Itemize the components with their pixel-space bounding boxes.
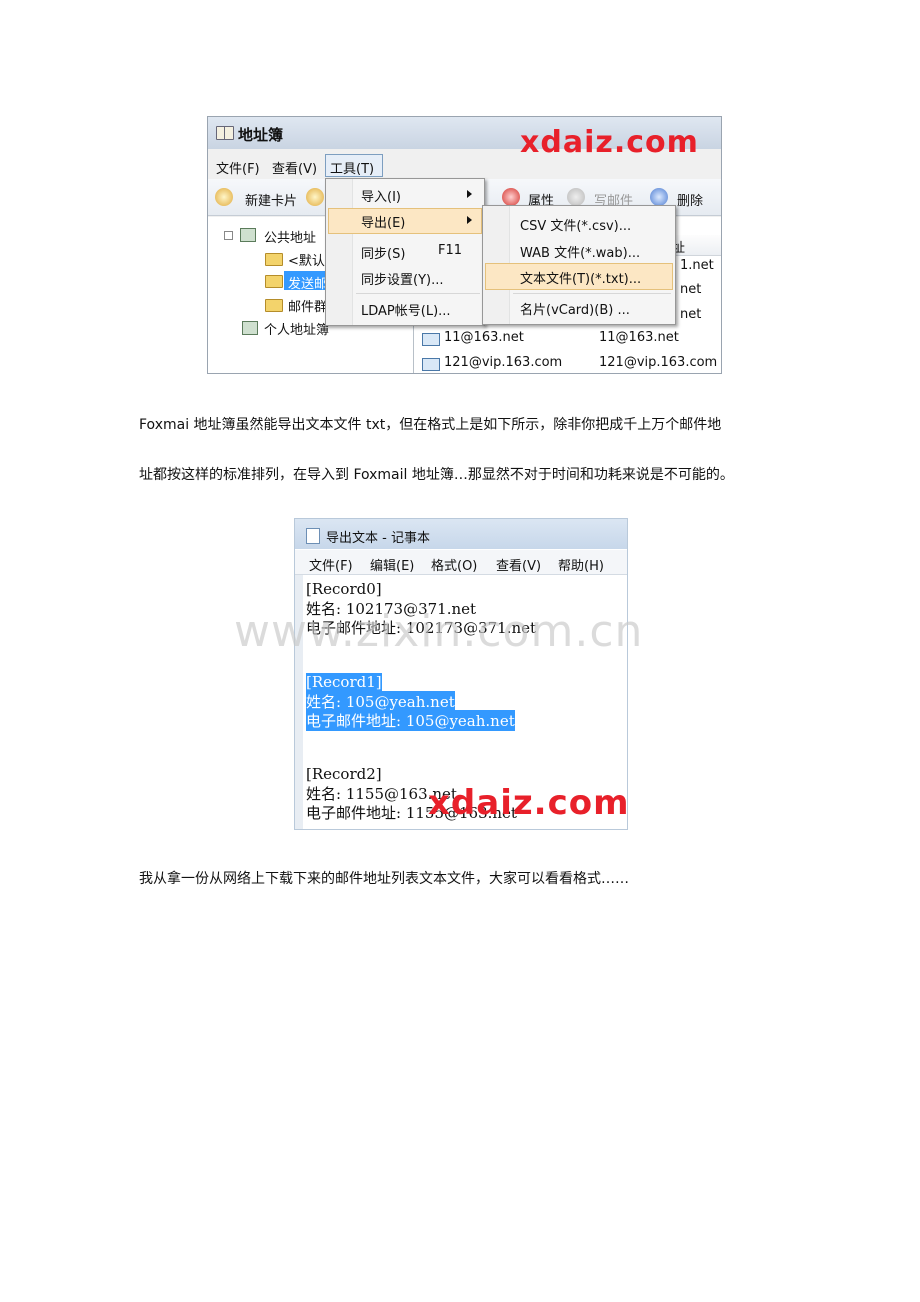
notepad-icon <box>306 528 320 544</box>
menu-item-sync-settings[interactable]: 同步设置(Y)... <box>361 269 443 288</box>
menu-item-export[interactable]: 导出(E) <box>361 212 405 231</box>
menu-item-import[interactable]: 导入(I) <box>361 186 401 205</box>
list-cell-email[interactable]: 11@163.net <box>599 330 679 345</box>
text-line-selected: 姓名: 105@yeah.net <box>306 691 455 712</box>
folder-icon <box>265 253 283 266</box>
tree-item-personal[interactable]: 个人地址簿 <box>264 319 329 338</box>
text-line: [Record0] <box>306 580 382 598</box>
paragraph-line: 我从拿一份从网络上下载下来的邮件地址列表文本文件，大家可以看看格式…… <box>139 871 629 887</box>
contact-card-icon <box>422 333 440 346</box>
background-watermark: www.zixin.com.cn <box>234 606 644 657</box>
address-book-icon <box>216 126 234 140</box>
menu-separator <box>356 293 480 294</box>
delete-button[interactable]: 删除 <box>677 190 703 209</box>
window-title: 导出文本 - 记事本 <box>326 531 430 546</box>
watermark-xdaiz: xdaiz.com <box>428 783 630 823</box>
personal-book-icon <box>242 321 258 335</box>
list-partial-cell: 1.net <box>680 258 714 273</box>
folder-icon <box>265 275 283 288</box>
menu-format[interactable]: 格式(O) <box>431 555 477 574</box>
folder-icon <box>265 299 283 312</box>
properties-icon <box>502 188 520 206</box>
window-title: 地址簿 <box>238 126 284 144</box>
menu-edit[interactable]: 编辑(E) <box>370 555 414 574</box>
write-mail-icon <box>567 188 585 206</box>
list-cell-email[interactable]: 121@vip.163.com <box>599 355 717 370</box>
menu-view[interactable]: 查看(V) <box>496 555 541 574</box>
menu-icon-strip <box>326 179 353 325</box>
list-partial-cell: net <box>680 282 702 297</box>
text-line-selected: 电子邮件地址: 105@yeah.net <box>306 710 515 731</box>
new-card-icon <box>215 188 233 206</box>
menu-item-sync-shortcut: F11 <box>438 243 463 258</box>
submenu-arrow-icon <box>467 190 472 198</box>
text-line: [Record2] <box>306 765 382 783</box>
card-icon <box>306 188 324 206</box>
tools-dropdown-menu: 导入(I) 导出(E) 同步(S) F11 同步设置(Y)... LDAP帐号(… <box>325 178 485 326</box>
tree-item-default[interactable]: <默认 <box>288 250 325 269</box>
delete-icon <box>650 188 668 206</box>
export-submenu: CSV 文件(*.csv)... WAB 文件(*.wab)... 文本文件(T… <box>482 205 676 325</box>
menu-item-ldap[interactable]: LDAP帐号(L)... <box>361 300 451 319</box>
submenu-item-csv[interactable]: CSV 文件(*.csv)... <box>520 215 631 234</box>
menu-help[interactable]: 帮助(H) <box>558 555 604 574</box>
submenu-item-txt[interactable]: 文本文件(T)(*.txt)... <box>520 268 641 287</box>
tree-item-group[interactable]: 邮件群 <box>288 296 327 315</box>
submenu-item-wab[interactable]: WAB 文件(*.wab)... <box>520 242 640 261</box>
collapse-toggle[interactable] <box>224 231 233 240</box>
menu-view[interactable]: 查看(V) <box>272 158 317 177</box>
menu-file[interactable]: 文件(F) <box>216 158 260 177</box>
tree-item-sent[interactable]: 发送邮 <box>288 273 327 292</box>
list-partial-cell: net <box>680 307 702 322</box>
tree-item-public[interactable]: 公共地址 <box>264 227 316 246</box>
watermark-xdaiz: xdaiz.com <box>520 125 699 160</box>
paragraph-line: Foxmai 地址簿虽然能导出文本文件 txt，但在格式上是如下所示，除非你把成… <box>139 417 722 433</box>
list-cell-name[interactable]: 11@163.net <box>444 330 524 345</box>
text-line-selected: [Record1] <box>306 673 382 691</box>
menu-file[interactable]: 文件(F) <box>309 555 353 574</box>
submenu-item-vcard[interactable]: 名片(vCard)(B) ... <box>520 299 630 318</box>
new-card-button[interactable]: 新建卡片 <box>245 190 297 209</box>
menu-separator <box>513 293 671 294</box>
submenu-arrow-icon <box>467 216 472 224</box>
contact-card-icon <box>422 358 440 371</box>
paragraph-line: 址都按这样的标准排列，在导入到 Foxmail 地址簿…那显然不对于时间和功耗来… <box>139 467 734 483</box>
menu-item-sync[interactable]: 同步(S) <box>361 243 405 262</box>
address-book-mini-icon <box>240 228 256 242</box>
menu-tools[interactable]: 工具(T) <box>330 158 374 177</box>
list-cell-name[interactable]: 121@vip.163.com <box>444 355 562 370</box>
